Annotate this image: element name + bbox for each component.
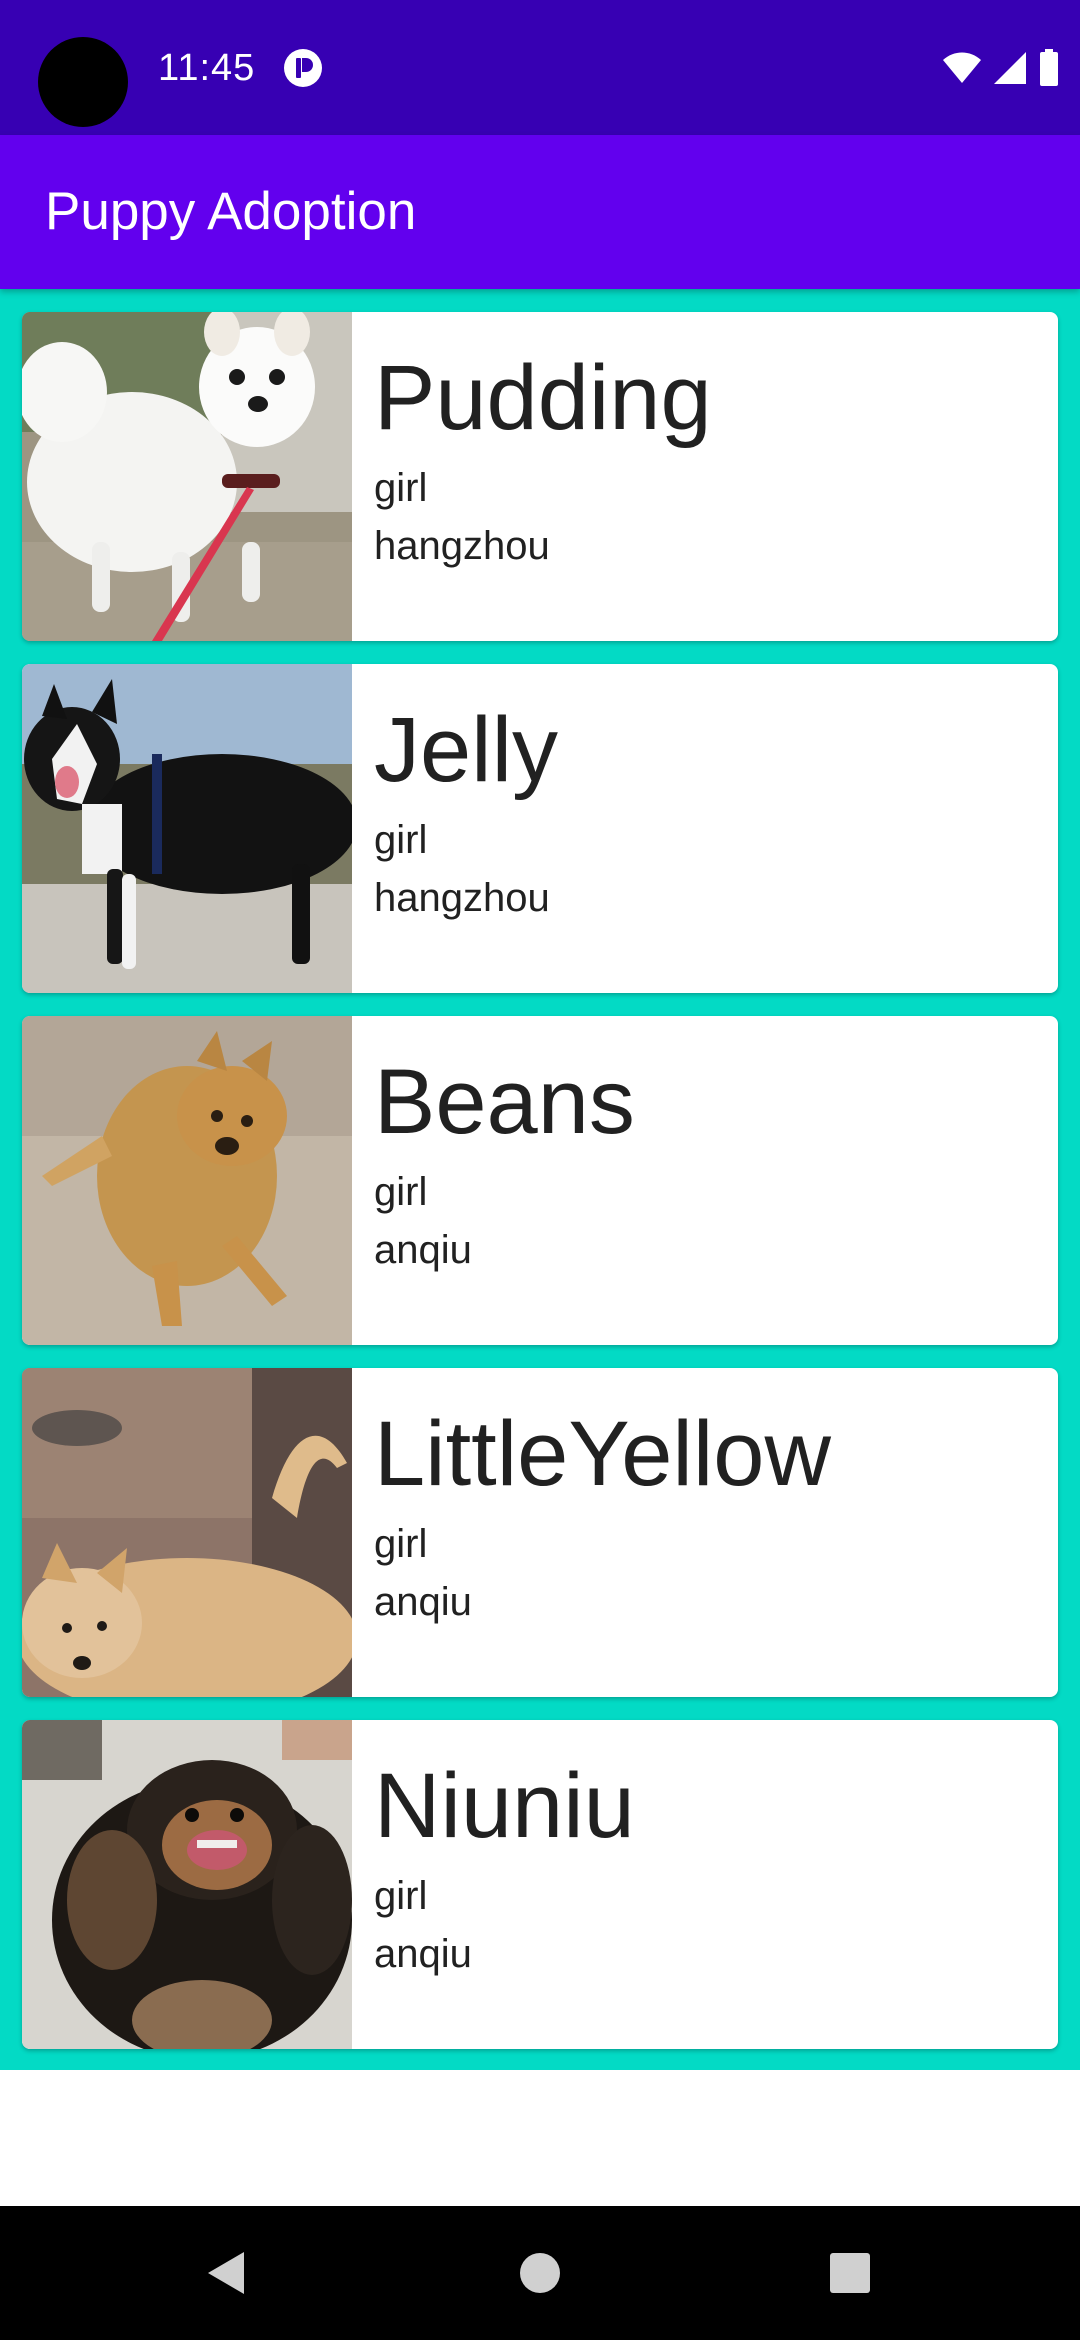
puppy-gender: girl — [374, 1522, 428, 1566]
puppy-name: Pudding — [374, 347, 712, 449]
battery-icon — [1040, 49, 1058, 86]
recents-icon[interactable] — [770, 2206, 930, 2340]
status-icons — [942, 47, 1060, 89]
wifi-icon — [943, 52, 981, 83]
puppy-card[interactable]: Niuniu girl anqiu — [22, 1720, 1058, 2049]
puppy-name: Niuniu — [374, 1755, 635, 1857]
signal-icon — [994, 52, 1026, 84]
puppy-card[interactable]: Beans girl anqiu — [22, 1016, 1058, 1345]
puppy-name: LittleYellow — [374, 1403, 831, 1505]
home-icon[interactable] — [460, 2206, 620, 2340]
navigation-bar — [0, 2206, 1080, 2340]
puppy-list[interactable]: Pudding girl hangzhou Jelly girl hangzho… — [0, 289, 1080, 2070]
puppy-city: hangzhou — [374, 876, 550, 920]
puppy-city: anqiu — [374, 1580, 472, 1624]
puppy-gender: girl — [374, 466, 428, 510]
yellow-dog-standing-photo — [22, 1368, 352, 1697]
back-icon[interactable] — [146, 2206, 306, 2340]
puppy-card[interactable]: LittleYellow girl anqiu — [22, 1368, 1058, 1697]
black-white-border-collie-photo — [22, 664, 352, 993]
puppy-gender: girl — [374, 818, 428, 862]
black-tan-long-haired-dog-photo — [22, 1720, 352, 2049]
app-title: Puppy Adoption — [45, 182, 417, 241]
status-bar: 11:45 — [0, 0, 1080, 135]
app-bar: Puppy Adoption — [0, 135, 1080, 289]
app-notification-icon — [284, 49, 322, 87]
status-time: 11:45 — [158, 47, 256, 89]
puppy-gender: girl — [374, 1874, 428, 1918]
puppy-city: anqiu — [374, 1228, 472, 1272]
puppy-name: Beans — [374, 1051, 635, 1153]
puppy-city: hangzhou — [374, 524, 550, 568]
puppy-card[interactable]: Pudding girl hangzhou — [22, 312, 1058, 641]
white-fluffy-dog-photo — [22, 312, 352, 641]
puppy-city: anqiu — [374, 1932, 472, 1976]
puppy-gender: girl — [374, 1170, 428, 1214]
tan-dog-lying-photo — [22, 1016, 352, 1345]
puppy-card[interactable]: Jelly girl hangzhou — [22, 664, 1058, 993]
puppy-name: Jelly — [374, 699, 559, 801]
camera-cutout — [38, 37, 128, 127]
